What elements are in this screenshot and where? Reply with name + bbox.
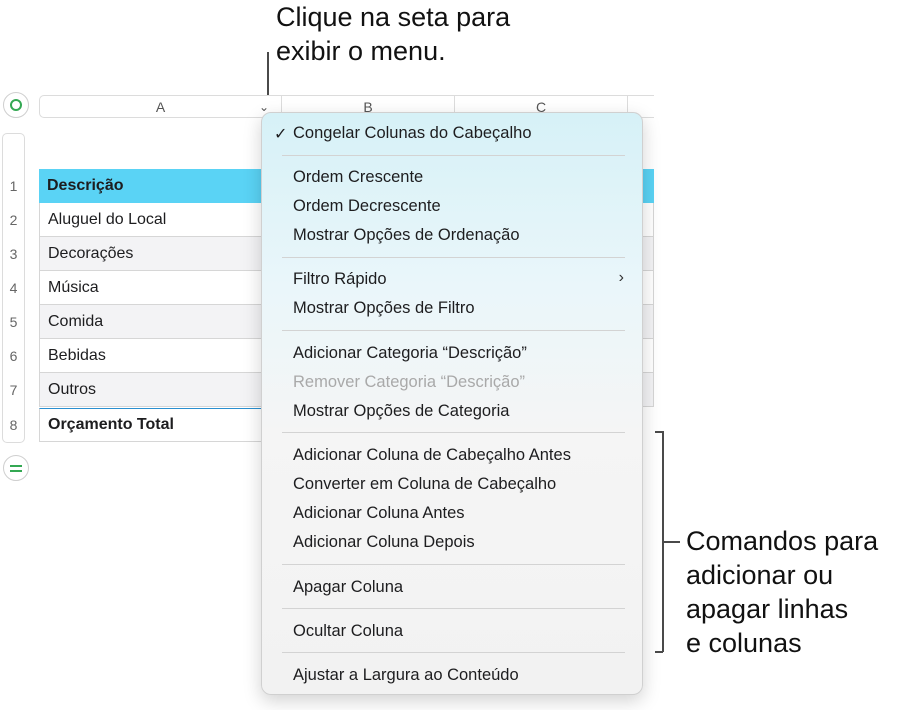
menu-separator	[282, 608, 625, 609]
menu-item-show-category-options[interactable]: Mostrar Opções de Categoria	[293, 402, 509, 421]
menu-separator	[282, 432, 625, 433]
menu-item-show-filter-options[interactable]: Mostrar Opções de Filtro	[293, 299, 475, 318]
menu-item-fit-width-to-content[interactable]: Ajustar a Largura ao Conteúdo	[293, 666, 519, 685]
callout-add-delete-commands: Comandos para adicionar ou apagar linhas…	[686, 526, 879, 658]
menu-item-add-header-column-before[interactable]: Adicionar Coluna de Cabeçalho Antes	[293, 446, 571, 465]
menu-item-hide-column[interactable]: Ocultar Coluna	[293, 622, 403, 641]
table-cell[interactable]: Bebidas	[39, 339, 281, 373]
menu-item-quick-filter[interactable]: Filtro Rápido	[293, 270, 387, 289]
callout-top-leader	[267, 52, 269, 98]
menu-item-add-column-before[interactable]: Adicionar Coluna Antes	[293, 504, 465, 523]
menu-separator	[282, 257, 625, 258]
row-number[interactable]: 5	[2, 314, 25, 330]
menu-item-convert-to-header-column[interactable]: Converter em Coluna de Cabeçalho	[293, 475, 556, 494]
menu-item-show-sort-options[interactable]: Mostrar Opções de Ordenação	[293, 226, 520, 245]
circle-icon	[10, 99, 22, 111]
row-number[interactable]: 6	[2, 348, 25, 364]
menu-item-remove-category: Remover Categoria “Descrição”	[293, 373, 525, 391]
table-cell[interactable]: Aluguel do Local	[39, 203, 281, 237]
footer-cell[interactable]: Orçamento Total	[39, 408, 281, 442]
add-row-button[interactable]	[3, 455, 29, 481]
table-cell[interactable]: Decorações	[39, 237, 281, 271]
menu-separator	[282, 652, 625, 653]
callout-bracket-bottom	[655, 651, 663, 653]
menu-separator	[282, 330, 625, 331]
equals-icon	[10, 464, 22, 472]
row-number[interactable]: 4	[2, 280, 25, 296]
table-cell[interactable]: Outros	[39, 373, 281, 407]
checkmark-icon: ✓	[274, 126, 288, 143]
table-cell[interactable]: Comida	[39, 305, 281, 339]
menu-separator	[282, 564, 625, 565]
table-cell[interactable]: Música	[39, 271, 281, 305]
row-number[interactable]: 8	[2, 417, 25, 433]
row-number[interactable]: 7	[2, 382, 25, 398]
menu-separator	[282, 155, 625, 156]
menu-item-sort-ascending[interactable]: Ordem Crescente	[293, 168, 423, 187]
column-header-a[interactable]: A	[39, 95, 281, 118]
menu-item-add-category[interactable]: Adicionar Categoria “Descrição”	[293, 344, 527, 363]
row-number[interactable]: 2	[2, 212, 25, 228]
select-table-button[interactable]	[3, 92, 29, 118]
menu-item-delete-column[interactable]: Apagar Coluna	[293, 578, 403, 597]
row-number[interactable]: 3	[2, 246, 25, 262]
header-cell[interactable]: Descrição	[39, 169, 281, 203]
menu-item-sort-descending[interactable]: Ordem Decrescente	[293, 197, 441, 216]
chevron-right-icon: ›	[618, 269, 624, 286]
column-label: A	[155, 98, 166, 115]
callout-bracket-pointer	[662, 541, 680, 543]
menu-item-freeze-header-columns[interactable]: Congelar Colunas do Cabeçalho	[293, 124, 532, 143]
menu-item-add-column-after[interactable]: Adicionar Coluna Depois	[293, 533, 475, 552]
callout-click-arrow: Clique na seta para exibir o menu.	[276, 2, 511, 66]
column-context-menu: ✓ Congelar Colunas do Cabeçalho Ordem Cr…	[261, 112, 643, 695]
row-number[interactable]: 1	[2, 178, 25, 194]
